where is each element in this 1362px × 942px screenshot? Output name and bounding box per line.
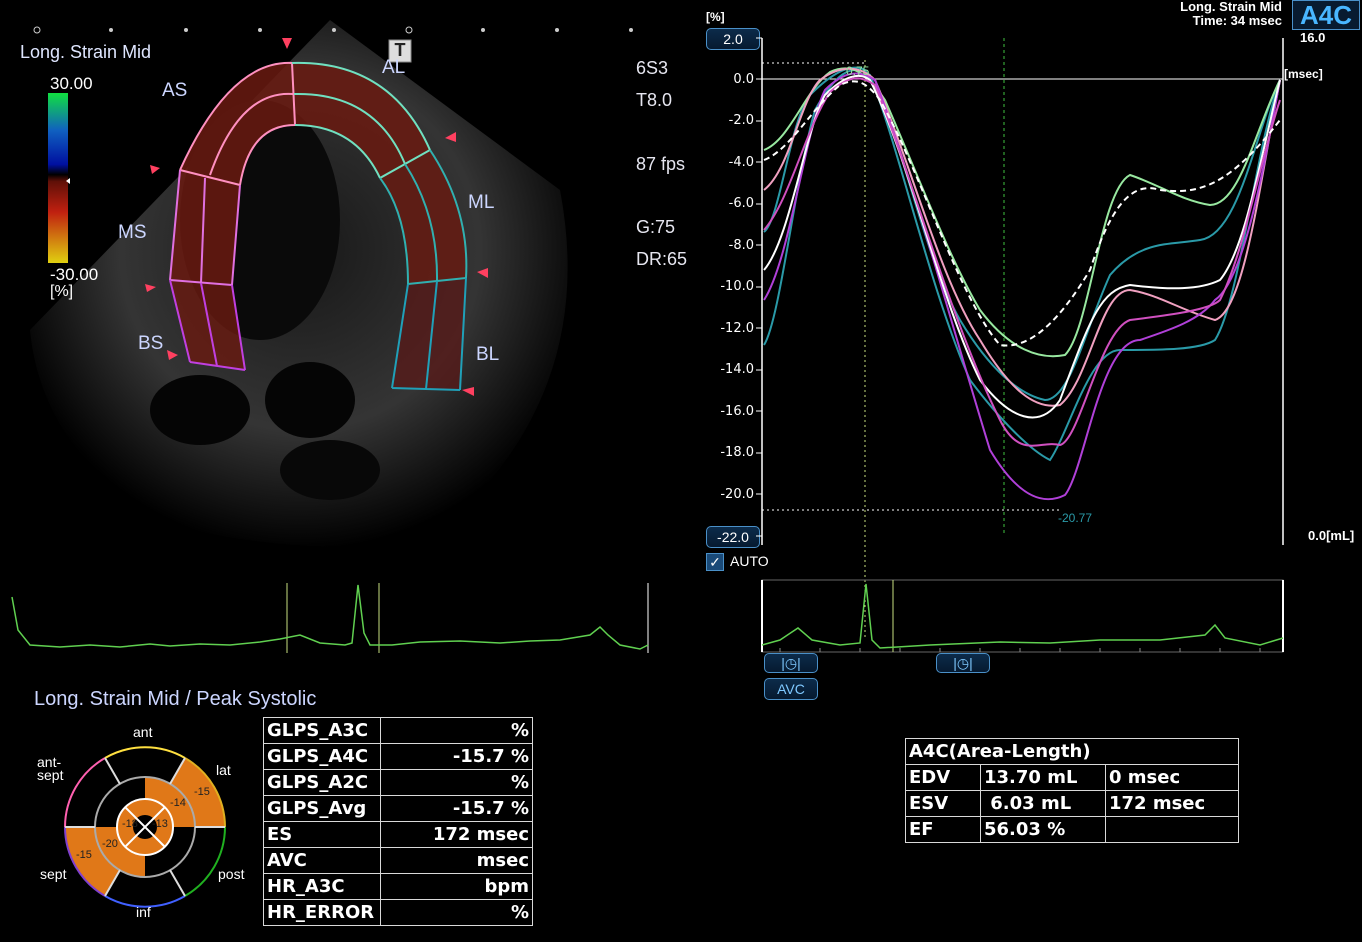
table-cell-value: -15.7 %	[380, 743, 533, 770]
table-row: GLPS_Avg -15.7 %	[263, 795, 533, 822]
freq-info: T8.0	[636, 90, 673, 110]
bullseye-label-post: post	[218, 866, 245, 882]
table-cell-value: 6.03 mL	[980, 790, 1106, 817]
curve-teal-1	[763, 66, 1281, 402]
table-cell-time	[1105, 816, 1239, 843]
time-readout: Time: 34 msec	[1192, 13, 1282, 28]
table-row: AVC msec	[263, 847, 533, 874]
scale-max-label: 30.00	[50, 74, 93, 93]
table-row: ES 172 msec	[263, 821, 533, 848]
bullseye-value-sept-outer: -15	[76, 849, 92, 861]
x-unit-label: [msec]	[1284, 67, 1323, 81]
segment-label-al: AL	[382, 57, 406, 78]
table-row: GLPS_A3C%	[263, 717, 533, 744]
gain-info: G:75	[636, 217, 676, 237]
bullseye-label-ant: ant	[133, 724, 153, 740]
auto-checkbox[interactable]: ✓	[706, 553, 724, 571]
clock-step-icon: |◷|	[781, 655, 801, 671]
table-row: A4C(Area-Length)	[905, 738, 1239, 765]
bullseye-value-apex-left: -18	[122, 818, 138, 830]
table-cell-label: GLPS_A3C	[263, 717, 381, 744]
table-row: HR_ERROR%	[263, 899, 533, 926]
table-cell-value: %	[380, 717, 533, 744]
table-row: EF 56.03 %	[905, 816, 1239, 843]
strain-color-scale	[48, 93, 68, 263]
fps-info: 87 fps	[636, 154, 686, 174]
table-cell-label: HR_A3C	[263, 873, 381, 900]
table-cell-label: ESV	[905, 790, 981, 817]
segment-label-as: AS	[162, 80, 188, 101]
table-cell-label: GLPS_A4C	[263, 743, 381, 770]
bullseye-label-sept: sept	[40, 866, 67, 882]
table-cell-time: 0 msec	[1105, 764, 1239, 791]
table-row: EDV 13.70 mL 0 msec	[905, 764, 1239, 791]
strain-curve-graph[interactable]	[700, 0, 1362, 700]
image-title: Long. Strain Mid	[20, 42, 152, 62]
table-cell-label: EDV	[905, 764, 981, 791]
table-cell-value: -15.7 %	[380, 795, 533, 822]
table-cell-value: 56.03 %	[980, 816, 1106, 843]
cycle-start-button[interactable]: |◷|	[764, 653, 818, 673]
table-cell-value: 13.70 mL	[980, 764, 1106, 791]
table-row: ESV 6.03 mL 172 msec	[905, 790, 1239, 817]
table-row: HR_A3C bpm	[263, 873, 533, 900]
bullseye-title: Long. Strain Mid / Peak Systolic	[34, 688, 317, 710]
table-row: GLPS_A4C -15.7 %	[263, 743, 533, 770]
bullseye-value-lat-outer: -15	[194, 786, 210, 798]
table-cell-time: 172 msec	[1105, 790, 1239, 817]
table-cell-label: AVC	[263, 847, 381, 874]
bullseye-label-lat: lat	[216, 762, 231, 778]
bullseye-value-lat-inner: -14	[170, 797, 186, 809]
table-cell-label: EF	[905, 816, 981, 843]
bullseye-plot[interactable]	[60, 745, 230, 915]
curve-pink	[763, 67, 1281, 407]
volume-max-label: 16.0	[1300, 30, 1326, 45]
avc-button[interactable]: AVC	[764, 678, 818, 700]
view-badge[interactable]: A4C	[1292, 0, 1360, 30]
volume-zero-label: 0.0[mL]	[1308, 528, 1355, 543]
segment-label-ml: ML	[468, 192, 495, 213]
table-cell-value: msec	[380, 847, 533, 874]
peak-min-label: -20.77	[1058, 511, 1093, 525]
bullseye-value-apex-right: -13	[152, 818, 168, 830]
table-row: GLPS_A2C%	[263, 769, 533, 796]
table-cell-value: 172 msec	[380, 821, 533, 848]
volume-table-title: A4C(Area-Length)	[905, 738, 1239, 765]
table-cell-label: GLPS_A2C	[263, 769, 381, 796]
table-cell-value: bpm	[380, 873, 533, 900]
table-cell-value: %	[380, 769, 533, 796]
segment-label-bl: BL	[476, 344, 500, 365]
curve-teal-2	[763, 69, 1281, 462]
table-cell-label: HR_ERROR	[263, 899, 381, 926]
curve-white	[763, 74, 1281, 419]
segment-label-ms: MS	[118, 222, 147, 243]
table-cell-value: %	[380, 899, 533, 926]
echo-image-view[interactable]	[0, 0, 700, 660]
clock-step-icon: |◷|	[953, 655, 973, 671]
segment-label-bs: BS	[138, 333, 164, 354]
cycle-end-button[interactable]: |◷|	[936, 653, 990, 673]
table-cell-label: ES	[263, 821, 381, 848]
bullseye-label-inf: inf	[136, 904, 151, 920]
auto-label: AUTO	[730, 553, 769, 569]
scale-min-label: -30.00	[50, 265, 99, 284]
probe-info: 6S3	[636, 58, 669, 78]
volume-table: A4C(Area-Length) EDV 13.70 mL 0 msec ESV 6…	[905, 738, 1239, 843]
dynamic-range-info: DR:65	[636, 249, 688, 269]
glps-table: GLPS_A3C% GLPS_A4C -15.7 % GLPS_A2C% GLPS…	[263, 717, 533, 926]
curve-average-dashed	[763, 80, 1281, 347]
bullseye-label-ant-sept: ant- sept	[37, 754, 64, 783]
scale-unit-label: [%]	[50, 283, 74, 300]
ecg-trace-left	[11, 583, 649, 653]
table-cell-label: GLPS_Avg	[263, 795, 381, 822]
graph-title: Long. Strain Mid	[1180, 0, 1282, 14]
peak-max-label: 0.75	[846, 64, 870, 78]
bullseye-value-sept-inner: -20	[102, 838, 118, 850]
